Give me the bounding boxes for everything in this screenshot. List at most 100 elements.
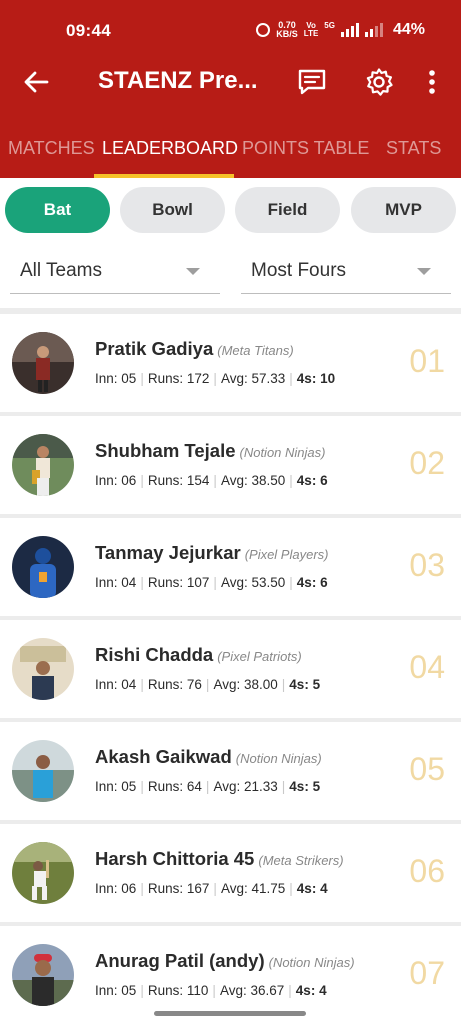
player-avatar xyxy=(12,638,74,700)
category-chips: Bat Bowl Field MVP xyxy=(0,187,461,233)
network-speed: 0.70 KB/S xyxy=(276,21,298,39)
stat-inn: 04 xyxy=(121,575,137,590)
stat-runs-label: Runs: xyxy=(147,779,184,794)
stat-fours-label: 4s: xyxy=(289,677,309,692)
stat-inn-label: Inn: xyxy=(95,779,118,794)
tab-points-table[interactable]: POINTS TABLE xyxy=(242,138,369,159)
stat-fours: 10 xyxy=(320,371,336,386)
more-vert-icon[interactable] xyxy=(420,67,444,97)
player-card[interactable]: Shubham Tejale (Notion Ninjas) Inn: 06 | Ru… xyxy=(0,416,461,514)
player-stats: Inn: 04 | Runs: 76 | Avg: 38.00 | 4s: 5 xyxy=(95,677,321,692)
stat-avg: 21.33 xyxy=(243,779,278,794)
stat-runs-label: Runs: xyxy=(147,371,184,386)
page-title: STAENZ Pre... xyxy=(98,67,258,94)
player-name: Akash Gaikwad xyxy=(95,746,232,767)
stat-fours-label: 4s: xyxy=(296,881,317,896)
player-team: (Meta Strikers) xyxy=(258,853,344,868)
metric-filter-dropdown[interactable]: Most Fours xyxy=(241,252,451,294)
player-name: Harsh Chittoria 45 xyxy=(95,848,255,869)
player-name: Anurag Patil (andy) xyxy=(95,950,265,971)
player-card[interactable]: Rishi Chadda (Pixel Patriots) Inn: 04 | Run… xyxy=(0,620,461,718)
stat-avg-label: Avg: xyxy=(213,779,241,794)
stat-inn: 04 xyxy=(121,677,137,692)
player-card[interactable]: Harsh Chittoria 45 (Meta Strikers) Inn: 0… xyxy=(0,824,461,922)
team-filter-dropdown[interactable]: All Teams xyxy=(10,252,220,294)
tab-stats[interactable]: STATS xyxy=(386,138,441,159)
player-name-line: Shubham Tejale (Notion Ninjas) xyxy=(95,440,325,462)
player-name-line: Harsh Chittoria 45 (Meta Strikers) xyxy=(95,848,344,870)
player-name-line: Tanmay Jejurkar (Pixel Players) xyxy=(95,542,328,564)
player-card[interactable]: Tanmay Jejurkar (Pixel Players) Inn: 04 | R… xyxy=(0,518,461,616)
signal-icon-2 xyxy=(364,23,383,37)
stat-fours-label: 4s: xyxy=(295,983,316,998)
player-avatar xyxy=(12,332,74,394)
player-avatar xyxy=(12,536,74,598)
player-stats: Inn: 06 | Runs: 167 | Avg: 41.75 | 4s: 4 xyxy=(95,881,328,896)
player-stats: Inn: 05 | Runs: 64 | Avg: 21.33 | 4s: 5 xyxy=(95,779,321,794)
stat-runs: 110 xyxy=(186,983,209,998)
stat-inn: 05 xyxy=(121,983,137,998)
metric-filter-value: Most Fours xyxy=(251,260,347,281)
stat-avg-label: Avg: xyxy=(220,371,248,386)
stat-runs-label: Runs: xyxy=(147,983,184,998)
chat-icon[interactable] xyxy=(297,67,327,97)
player-rank: 03 xyxy=(409,547,445,583)
chip-bowl[interactable]: Bowl xyxy=(120,187,225,233)
player-avatar xyxy=(12,842,74,904)
stat-inn: 05 xyxy=(121,779,137,794)
team-filter-value: All Teams xyxy=(20,260,103,281)
stat-inn: 05 xyxy=(121,371,137,386)
player-name-line: Pratik Gadiya (Meta Titans) xyxy=(95,338,294,360)
status-bar: 09:44 0.70 KB/S Vo LTE 5G 44% xyxy=(0,18,461,46)
network-speed-unit: KB/S xyxy=(276,29,298,39)
alarm-icon xyxy=(256,23,271,37)
back-arrow-icon[interactable] xyxy=(22,68,50,96)
player-name: Rishi Chadda xyxy=(95,644,214,665)
stat-runs: 167 xyxy=(186,881,210,896)
player-name: Pratik Gadiya xyxy=(95,338,214,359)
status-time: 09:44 xyxy=(66,21,111,40)
network-type: 5G xyxy=(324,21,335,30)
player-team: (Meta Titans) xyxy=(217,343,294,358)
player-team: (Pixel Players) xyxy=(244,547,329,562)
stat-fours: 6 xyxy=(320,473,328,488)
app-header: 09:44 0.70 KB/S Vo LTE 5G 44% STAENZ Pre… xyxy=(0,0,461,178)
settings-gear-icon[interactable] xyxy=(364,67,394,97)
dropdown-caret-icon xyxy=(186,268,200,275)
toolbar: STAENZ Pre... xyxy=(0,56,461,108)
player-card[interactable]: Akash Gaikwad (Notion Ninjas) Inn: 05 | Run… xyxy=(0,722,461,820)
stat-avg: 57.33 xyxy=(251,371,286,386)
home-indicator[interactable] xyxy=(154,1011,306,1016)
chip-mvp[interactable]: MVP xyxy=(351,187,456,233)
signal-icon xyxy=(340,23,359,37)
player-card[interactable]: Pratik Gadiya (Meta Titans) Inn: 05 | Runs:… xyxy=(0,314,461,412)
player-team: (Notion Ninjas) xyxy=(235,751,322,766)
stat-inn-label: Inn: xyxy=(95,473,118,488)
tab-matches[interactable]: MATCHES xyxy=(8,138,95,159)
player-stats: Inn: 06 | Runs: 154 | Avg: 38.50 | 4s: 6 xyxy=(95,473,328,488)
stat-runs: 107 xyxy=(186,575,210,590)
player-stats: Inn: 04 | Runs: 107 | Avg: 53.50 | 4s: 6 xyxy=(95,575,328,590)
stat-inn-label: Inn: xyxy=(95,677,118,692)
stat-avg: 53.50 xyxy=(251,575,286,590)
player-rank: 02 xyxy=(409,445,445,481)
tab-bar: MATCHES LEADERBOARD POINTS TABLE STATS xyxy=(0,124,461,178)
stat-avg: 38.50 xyxy=(251,473,286,488)
stat-fours: 4 xyxy=(320,881,328,896)
stat-avg-label: Avg: xyxy=(213,677,241,692)
stat-runs: 76 xyxy=(186,677,202,692)
tab-leaderboard[interactable]: LEADERBOARD xyxy=(102,138,238,159)
chip-field[interactable]: Field xyxy=(235,187,340,233)
chip-bat[interactable]: Bat xyxy=(5,187,110,233)
stat-runs: 172 xyxy=(186,371,210,386)
stat-fours: 5 xyxy=(312,677,321,692)
stat-avg-label: Avg: xyxy=(220,473,248,488)
stat-fours: 6 xyxy=(320,575,328,590)
stat-inn: 06 xyxy=(121,881,137,896)
stat-inn: 06 xyxy=(121,473,137,488)
player-rank: 05 xyxy=(409,751,445,787)
stat-fours-label: 4s: xyxy=(296,575,317,590)
stat-runs-label: Runs: xyxy=(147,575,184,590)
volte-indicator: Vo LTE xyxy=(304,22,319,38)
player-card[interactable]: Anurag Patil (andy) (Notion Ninjas) Inn: … xyxy=(0,926,461,1024)
